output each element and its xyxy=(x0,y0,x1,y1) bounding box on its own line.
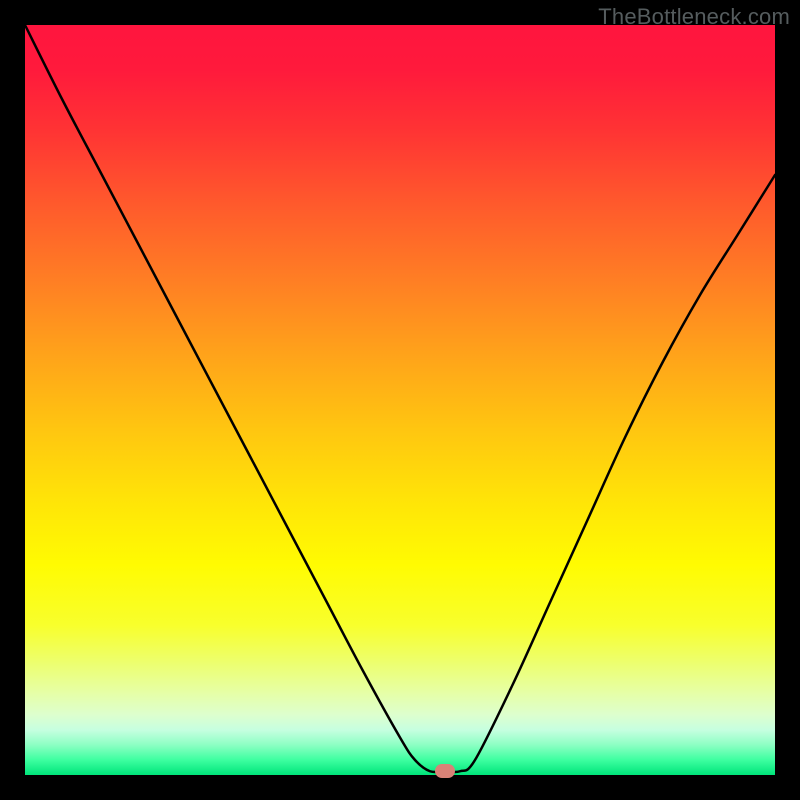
bottleneck-curve xyxy=(25,25,775,775)
plot-area xyxy=(25,25,775,775)
chart-stage: TheBottleneck.com xyxy=(0,0,800,800)
attribution-text: TheBottleneck.com xyxy=(598,4,790,30)
curve-path xyxy=(25,25,775,772)
optimal-marker xyxy=(435,764,455,778)
